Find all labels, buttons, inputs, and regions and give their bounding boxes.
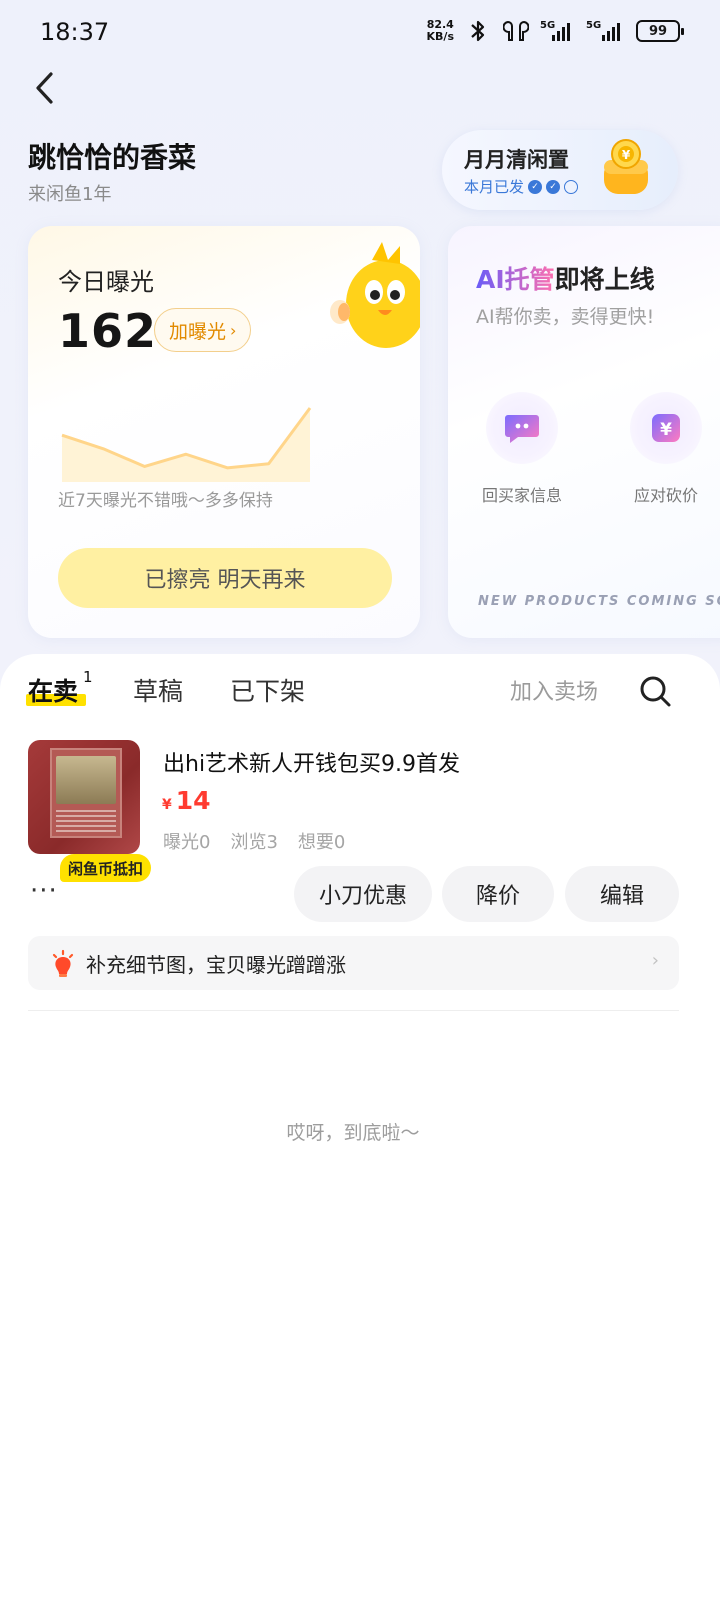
chevron-left-icon	[36, 72, 53, 104]
more-options-button[interactable]: ···	[30, 876, 58, 906]
trend-area	[62, 408, 310, 482]
tab-drafts[interactable]: 草稿	[133, 672, 183, 708]
ai-hosting-card[interactable]: AI托管即将上线 AI帮你卖，卖得更快! 回买家信息 ¥ 应对砍价 NEW PR…	[448, 226, 720, 638]
bluetooth-icon	[464, 18, 492, 44]
chevron-right-icon: ›	[651, 950, 659, 971]
stat-exposure: 曝光0	[163, 832, 211, 853]
small-discount-button[interactable]: 小刀优惠	[294, 866, 432, 922]
join-market-link[interactable]: 加入卖场	[510, 674, 598, 706]
tab-selling[interactable]: 在卖	[26, 672, 86, 708]
user-name: 跳恰恰的香菜	[28, 141, 197, 174]
status-time: 18:37	[40, 18, 110, 46]
divider	[28, 1010, 679, 1011]
item-stats: 曝光0 浏览3 想要0	[163, 828, 345, 854]
status-bar: 18:37 82.4 KB/s 5G 5G 99	[0, 0, 720, 70]
tip-bar[interactable]: 补充细节图，宝贝曝光蹭蹭涨 ›	[28, 936, 679, 990]
svg-text:5G: 5G	[586, 20, 601, 31]
chat-bubble-icon	[505, 415, 539, 443]
status-icons: 82.4 KB/s 5G 5G 99	[426, 18, 684, 44]
network-speed: 82.4 KB/s	[426, 18, 454, 43]
ai-subtitle: AI帮你卖，卖得更快!	[476, 306, 655, 328]
user-tenure: 来闲鱼1年	[28, 184, 112, 205]
ai-feature-reply: 回买家信息	[472, 392, 572, 506]
signal-icon-2: 5G	[586, 18, 626, 44]
exposure-card: 今日曝光 162 加曝光 › 近7天曝光不错哦～多多保持 已擦亮 明天再来	[28, 226, 420, 638]
back-button[interactable]	[24, 66, 64, 110]
signal-icon: 5G	[540, 18, 576, 44]
search-button[interactable]	[636, 672, 674, 710]
svg-text:¥: ¥	[622, 148, 631, 162]
item-thumbnail[interactable]	[28, 740, 140, 854]
svg-text:5G: 5G	[540, 20, 555, 31]
chevron-right-icon: ›	[230, 320, 237, 340]
exposure-trend-chart	[61, 407, 312, 482]
edit-button[interactable]: 编辑	[565, 866, 679, 922]
coin-deduction-badge: 闲鱼币抵扣	[60, 854, 152, 882]
reduce-price-button[interactable]: 降价	[442, 866, 554, 922]
stat-views: 浏览3	[230, 832, 278, 853]
ai-feature-bargain: ¥ 应对砍价	[616, 392, 716, 506]
exposure-value: 162	[58, 304, 158, 358]
check-circle-icon: ✓	[546, 179, 561, 194]
end-of-list-text: 哎呀，到底啦～	[286, 1122, 420, 1144]
earbuds-icon	[502, 18, 530, 44]
search-icon	[640, 676, 671, 707]
coin-jar-icon: ¥	[604, 139, 648, 194]
check-circle-icon: ✓	[528, 179, 543, 194]
boost-exposure-button[interactable]: 加曝光 ›	[154, 308, 252, 352]
monthly-clearance-card[interactable]: 月月清闲置 本月已发 ✓ ✓ ¥	[442, 130, 678, 210]
price-tag-icon: ¥	[652, 414, 680, 442]
tip-text: 补充细节图，宝贝曝光蹭蹭涨	[86, 952, 346, 977]
ai-footer-text: NEW PRODUCTS COMING SOO	[478, 594, 720, 609]
polished-done-button[interactable]: 已擦亮 明天再来	[58, 548, 392, 608]
battery-icon: 99	[636, 20, 684, 42]
exposure-note: 近7天曝光不错哦～多多保持	[58, 491, 273, 511]
monthly-progress: 本月已发 ✓ ✓	[464, 176, 579, 197]
mascot-chick-icon	[330, 242, 420, 348]
item-title[interactable]: 出hi艺术新人开钱包买9.9首发	[163, 746, 460, 778]
tab-selling-count: 1	[83, 668, 93, 686]
ai-title: AI托管即将上线	[476, 265, 655, 294]
tab-removed[interactable]: 已下架	[230, 672, 305, 708]
stat-wants: 想要0	[297, 832, 346, 853]
empty-circle-icon	[564, 179, 579, 194]
lightbulb-icon	[52, 949, 74, 977]
monthly-title: 月月清闲置	[464, 148, 569, 172]
listings-panel: 在卖 1 草稿 已下架 加入卖场 闲鱼币抵扣 出hi艺术新人开钱包买9.9首发 …	[0, 654, 720, 1600]
exposure-title: 今日曝光	[58, 268, 154, 296]
item-price: ¥ 14	[162, 786, 211, 815]
svg-text:¥: ¥	[660, 420, 672, 440]
